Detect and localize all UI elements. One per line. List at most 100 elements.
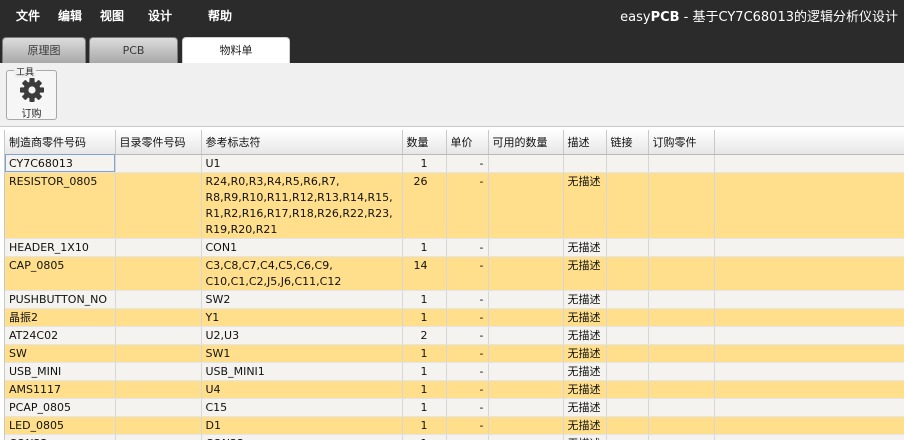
cell-catalog-part <box>115 344 202 363</box>
cell-catalog-part <box>115 326 202 345</box>
cell-link <box>606 290 649 309</box>
cell-unit-price: - <box>446 326 489 345</box>
cell-reference: C15 <box>201 398 403 417</box>
cell-unit-price: - <box>446 172 489 239</box>
cell-description: 无描述 <box>563 344 607 363</box>
cell-available <box>488 308 564 327</box>
cell-available <box>488 256 564 291</box>
cell-filler <box>714 290 904 309</box>
tab-schematic[interactable]: 原理图 <box>2 37 86 63</box>
cell-catalog-part <box>115 238 202 257</box>
col-header-catalog-part[interactable]: 目录零件号码 <box>115 130 202 155</box>
table-row[interactable]: AMS1117 U4 1- 无描述 <box>5 380 904 399</box>
menu-file[interactable]: 文件 <box>16 7 40 24</box>
cell-order-part <box>648 256 715 291</box>
table-row[interactable]: PCAP_0805 C15 1- 无描述 <box>5 398 904 417</box>
cell-description: 无描述 <box>563 380 607 399</box>
cell-order-part <box>648 416 715 435</box>
cell-catalog-part <box>115 434 202 440</box>
cell-mfr-part: 晶振2 <box>5 308 116 327</box>
cell-quantity: 1 <box>402 416 447 435</box>
cell-filler <box>714 154 904 173</box>
table-row[interactable]: CY7C68013 U1 1- <box>5 154 904 173</box>
cell-filler <box>714 362 904 381</box>
col-header-link[interactable]: 链接 <box>606 130 649 155</box>
col-header-order-part[interactable]: 订购零件 <box>648 130 715 155</box>
cell-description: 无描述 <box>563 238 607 257</box>
cell-catalog-part <box>115 380 202 399</box>
cell-mfr-part: PCAP_0805 <box>5 398 116 417</box>
cell-unit-price: - <box>446 344 489 363</box>
menubar: 文件 编辑 视图 设计 帮助 easyPCB - 基于CY7C68013的逻辑分… <box>0 0 904 36</box>
menu-help[interactable]: 帮助 <box>208 7 232 24</box>
tab-bom[interactable]: 物料单 <box>182 37 290 63</box>
cell-unit-price: - <box>446 434 489 440</box>
cell-reference: SW1 <box>201 344 403 363</box>
cell-order-part <box>648 172 715 239</box>
menu-design[interactable]: 设计 <box>148 7 172 24</box>
cell-catalog-part <box>115 290 202 309</box>
cell-catalog-part <box>115 362 202 381</box>
table-row[interactable]: CAP_0805 C3,C8,C7,C4,C5,C6,C9, C10,C1,C2,… <box>5 256 904 291</box>
cell-order-part <box>648 362 715 381</box>
table-row[interactable]: CON22CON221-无描述 <box>5 434 904 440</box>
tab-pcb[interactable]: PCB <box>89 37 178 63</box>
col-header-description[interactable]: 描述 <box>563 130 607 155</box>
col-header-unit-price[interactable]: 单价 <box>446 130 489 155</box>
table-row[interactable]: SW SW1 1- 无描述 <box>5 344 904 363</box>
col-header-available[interactable]: 可用的数量 <box>488 130 564 155</box>
table-row[interactable]: HEADER_1X10 CON1 1- 无描述 <box>5 238 904 257</box>
cell-mfr-part: AT24C02 <box>5 326 116 345</box>
cell-order-part <box>648 238 715 257</box>
cell-filler <box>714 380 904 399</box>
cell-reference: D1 <box>201 416 403 435</box>
order-button[interactable]: 工具 订购 <box>6 65 57 120</box>
cell-available <box>488 238 564 257</box>
cell-link <box>606 238 649 257</box>
cell-order-part <box>648 380 715 399</box>
cell-filler <box>714 344 904 363</box>
cell-link <box>606 256 649 291</box>
cell-available <box>488 416 564 435</box>
cell-mfr-part: CY7C68013 <box>5 154 116 173</box>
table-row[interactable]: RESISTOR_0805 R24,R0,R3,R4,R5,R6,R7, R8,R… <box>5 172 904 239</box>
table-row[interactable]: AT24C02 U2,U3 2- 无描述 <box>5 326 904 345</box>
cell-reference: USB_MINI1 <box>201 362 403 381</box>
cell-quantity: 14 <box>402 256 447 291</box>
tab-bar: 原理图 PCB 物料单 <box>0 36 904 63</box>
cell-quantity: 1 <box>402 362 447 381</box>
cell-description: 无描述 <box>563 172 607 239</box>
cell-mfr-part: PUSHBUTTON_NO <box>5 290 116 309</box>
cell-available <box>488 344 564 363</box>
table-row[interactable]: USB_MINI USB_MINI1 1- 无描述 <box>5 362 904 381</box>
cell-unit-price: - <box>446 398 489 417</box>
menu-edit[interactable]: 编辑 <box>58 7 82 24</box>
cell-order-part <box>648 344 715 363</box>
cell-reference: U1 <box>201 154 403 173</box>
cell-description: 无描述 <box>563 434 607 440</box>
cell-quantity: 1 <box>402 290 447 309</box>
cell-unit-price: - <box>446 290 489 309</box>
cell-mfr-part: SW <box>5 344 116 363</box>
menu-view[interactable]: 视图 <box>100 7 124 24</box>
cell-filler <box>714 434 904 440</box>
cell-filler <box>714 416 904 435</box>
table-row[interactable]: 晶振2 Y1 1- 无描述 <box>5 308 904 327</box>
cell-description: 无描述 <box>563 256 607 291</box>
cell-filler <box>714 308 904 327</box>
cell-mfr-part: CAP_0805 <box>5 256 116 291</box>
cell-order-part <box>648 398 715 417</box>
brand-prefix: easy <box>620 10 651 25</box>
cell-available <box>488 172 564 239</box>
table-row[interactable]: LED_0805 D1 1- 无描述 <box>5 416 904 435</box>
col-header-quantity[interactable]: 数量 <box>402 130 447 155</box>
cell-link <box>606 344 649 363</box>
col-header-mfr-part[interactable]: 制造商零件号码 <box>5 130 116 155</box>
col-header-reference[interactable]: 参考标志符 <box>201 130 403 155</box>
cell-description: 无描述 <box>563 308 607 327</box>
cell-reference: C3,C8,C7,C4,C5,C6,C9, C10,C1,C2,J5,J6,C1… <box>201 256 403 291</box>
cell-link <box>606 308 649 327</box>
cell-quantity: 26 <box>402 172 447 239</box>
cell-link <box>606 172 649 239</box>
table-row[interactable]: PUSHBUTTON_NO SW2 1- 无描述 <box>5 290 904 309</box>
